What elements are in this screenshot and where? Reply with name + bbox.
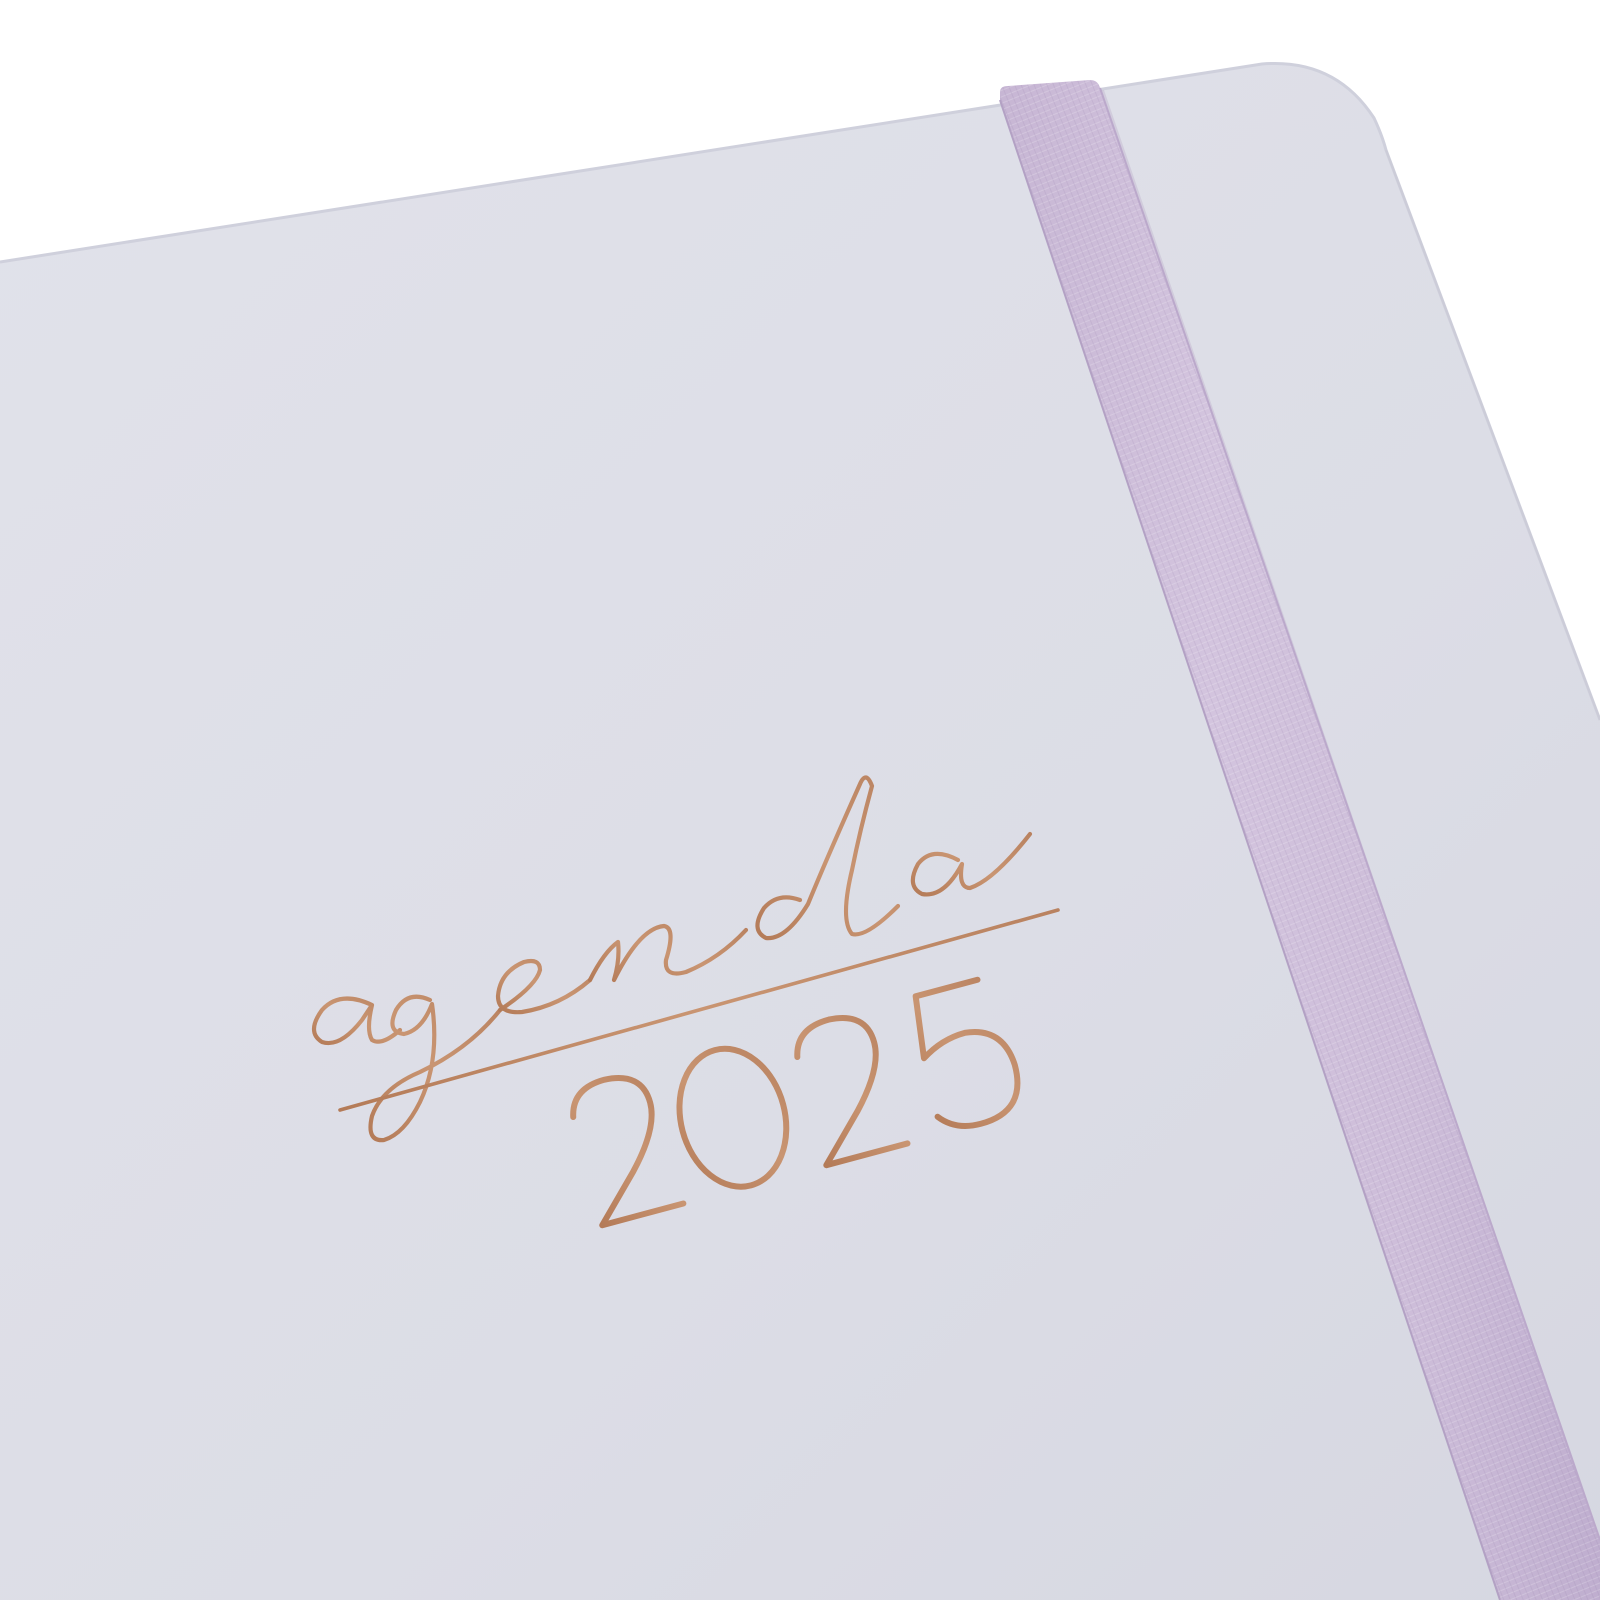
notebook-photo: agenda 2025	[0, 0, 1600, 1600]
notebook-illustration	[0, 61, 1600, 1600]
notebook-cover	[0, 63, 1600, 1600]
